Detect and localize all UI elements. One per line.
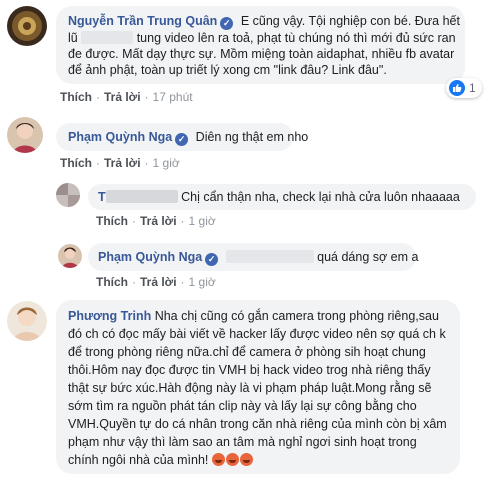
redacted-text <box>105 190 178 203</box>
reply-link[interactable]: Trả lời <box>104 90 141 104</box>
angry-face-emoji <box>225 453 239 466</box>
timestamp[interactable]: 1 giờ <box>153 156 180 170</box>
avatar[interactable] <box>58 244 82 268</box>
comment-text-line: VMH.Quyền tự do cá nhân trong căn nhà ri… <box>68 417 447 431</box>
avatar[interactable] <box>56 183 80 207</box>
comment-text: Chị cẩn thận nha, check lại nhà cửa luôn… <box>181 190 460 204</box>
avatar[interactable] <box>7 301 47 341</box>
thumbs-up-icon <box>449 80 465 96</box>
verified-check-icon: ✓ <box>175 133 189 146</box>
comment-text-line: thật sự bức xúc.Hàh động này là vi phạm … <box>68 381 432 395</box>
author-name[interactable]: T <box>98 190 106 204</box>
author-name[interactable]: Phương Trinh <box>68 309 151 323</box>
verified-check-icon: ✓ <box>220 17 234 30</box>
verified-check-icon: ✓ <box>205 253 219 266</box>
comment-bubble: Nguyễn Trần Trung Quân ✓ E cũng vậy. Tội … <box>56 6 465 84</box>
comment-actions: Thích · Trả lời · 1 giờ <box>96 214 216 228</box>
reaction-summary[interactable]: 1 <box>446 78 482 98</box>
comment-text-line: đó ch có đọc mấy bài viết về hacker lấy … <box>68 327 446 341</box>
comment-bubble: Phạm Quỳnh Nga ✓ Diên ng thật em nho <box>56 123 308 151</box>
comment-text-line: sớm tìm ra nguồn phát tán clip này và lấ… <box>68 399 417 413</box>
like-link[interactable]: Thích <box>60 156 92 170</box>
author-name[interactable]: Phạm Quỳnh Nga <box>98 250 202 264</box>
timestamp[interactable]: 1 giờ <box>189 214 216 228</box>
reaction-count: 1 <box>469 81 476 95</box>
reply-link[interactable]: Trả lời <box>140 214 177 228</box>
angry-face-emoji <box>239 453 253 466</box>
like-link[interactable]: Thích <box>96 214 128 228</box>
comment-actions: Thích · Trả lời · 1 giờ <box>96 275 216 289</box>
timestamp[interactable]: 17 phút <box>153 90 193 104</box>
comment-actions: Thích · Trả lời · 1 giờ <box>60 156 180 170</box>
timestamp[interactable]: 1 giờ <box>189 275 216 289</box>
comment-text: Diên ng thật em nho <box>195 130 309 144</box>
comment-text-line: để ảnh phật, toàn up triết lý xong cm "l… <box>68 63 387 77</box>
author-name[interactable]: Phạm Quỳnh Nga <box>68 130 172 144</box>
redacted-text <box>225 250 314 263</box>
comment-bubble: T Chị cẩn thận nha, check lại nhà cửa lu… <box>88 184 476 210</box>
comment-text-line: Nha chị cũng có gắn camera trong phòng r… <box>154 309 439 323</box>
redacted-text <box>81 31 134 44</box>
reply-link[interactable]: Trả lời <box>104 156 141 170</box>
comment-text-line: thôi.Hôm nay đọc được tin VMH bị hack vi… <box>68 363 431 377</box>
comment-bubble: Phương Trinh Nha chị cũng có gắn camera … <box>56 300 460 474</box>
comment-text-line: để trong phòng riêng nữa.chỉ để camera ở… <box>68 345 426 359</box>
comment-bubble: Phạm Quỳnh Nga ✓ quá dáng sợ em a <box>88 243 419 271</box>
comment-text-prefix: lũ <box>68 31 78 45</box>
comment-text-line: đe được. Mất dạy thực sự. Mồm miệng toàn… <box>68 47 455 61</box>
comment-text: quá dáng sợ em a <box>317 250 419 264</box>
comment-text-line: chính ngôi nhà của mình! <box>68 453 209 467</box>
comment-actions: Thích · Trả lời · 17 phút <box>60 90 193 104</box>
like-link[interactable]: Thích <box>60 90 92 104</box>
avatar[interactable] <box>7 6 47 46</box>
angry-face-emoji <box>211 453 225 466</box>
avatar[interactable] <box>7 117 43 153</box>
reply-link[interactable]: Trả lời <box>140 275 177 289</box>
comment-text-line: E cũng vậy. Tội nghiệp con bé. Đưa hết <box>240 14 460 28</box>
comment-text-line: tung video lên ra toả, phạt tù chúng nó … <box>136 31 456 45</box>
author-name[interactable]: Nguyễn Trần Trung Quân <box>68 14 217 28</box>
comment-text-line: phạm như vậy thì làm sao an tâm mà nghỉ … <box>68 435 417 449</box>
like-link[interactable]: Thích <box>96 275 128 289</box>
